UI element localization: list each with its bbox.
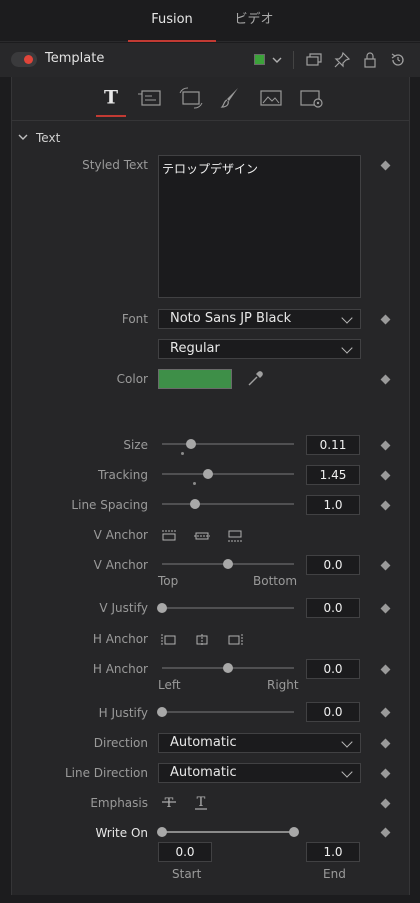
- settings-tab-icon[interactable]: [296, 83, 326, 113]
- node-enable-toggle[interactable]: [11, 52, 37, 67]
- layout-tab-icon[interactable]: [136, 83, 166, 113]
- line-direction-value: Automatic: [170, 765, 237, 780]
- size-input[interactable]: 0.11: [306, 435, 360, 455]
- v-justify-slider-track[interactable]: [162, 607, 294, 609]
- h-anchor-max-label: Right: [267, 678, 299, 692]
- node-header: Template: [0, 43, 420, 77]
- v-anchor-slider-handle[interactable]: [223, 559, 233, 569]
- text-section-header[interactable]: Text: [11, 122, 410, 152]
- inspector-toolbar: T: [11, 77, 410, 121]
- write-on-end-input[interactable]: 1.0: [306, 842, 360, 862]
- chevron-down-icon: [341, 736, 353, 748]
- chevron-down-icon: [341, 342, 353, 354]
- v-anchor-label: V Anchor: [93, 528, 148, 542]
- write-on-label: Write On: [95, 826, 148, 840]
- tracking-slider-track[interactable]: [162, 473, 294, 475]
- reset-icon[interactable]: [389, 51, 407, 69]
- h-anchor-right-icon[interactable]: [226, 633, 244, 647]
- size-label: Size: [123, 438, 148, 452]
- underline-icon[interactable]: T: [192, 794, 210, 810]
- v-justify-input[interactable]: 0.0: [306, 598, 360, 618]
- svg-text:T: T: [197, 795, 206, 810]
- v-anchor-center-icon[interactable]: [193, 529, 211, 543]
- h-anchor-slider-label: H Anchor: [92, 662, 148, 676]
- write-on-end-label: End: [323, 867, 346, 881]
- styled-text-input[interactable]: テロップデザイン: [158, 155, 361, 298]
- line-direction-select[interactable]: Automatic: [158, 763, 361, 783]
- size-slider-track[interactable]: [162, 443, 294, 445]
- chevron-down-icon: [18, 134, 28, 140]
- h-anchor-min-label: Left: [158, 678, 181, 692]
- default-marker: [181, 452, 184, 455]
- svg-text:T: T: [165, 796, 174, 810]
- h-anchor-slider-handle[interactable]: [223, 663, 233, 673]
- toggle-indicator: [24, 55, 33, 64]
- node-color-swatch[interactable]: [254, 54, 265, 65]
- h-anchor-input[interactable]: 0.0: [306, 659, 360, 679]
- eyedropper-icon[interactable]: [246, 370, 264, 388]
- transform-tab-icon[interactable]: [176, 83, 206, 113]
- chevron-down-icon[interactable]: [268, 51, 286, 69]
- direction-value: Automatic: [170, 735, 237, 750]
- text-tab-icon[interactable]: T: [96, 83, 126, 117]
- line-spacing-slider-handle[interactable]: [190, 499, 200, 509]
- node-title: Template: [45, 51, 105, 66]
- v-anchor-input[interactable]: 0.0: [306, 555, 360, 575]
- top-tab-bar: Fusion ビデオ: [0, 0, 420, 42]
- line-spacing-input[interactable]: 1.0: [306, 495, 360, 515]
- font-family-value: Noto Sans JP Black: [170, 311, 292, 326]
- tracking-input[interactable]: 1.45: [306, 465, 360, 485]
- color-label: Color: [116, 372, 148, 386]
- h-justify-input[interactable]: 0.0: [306, 702, 360, 722]
- chevron-down-icon: [341, 766, 353, 778]
- write-on-range-track[interactable]: [162, 831, 294, 833]
- tab-fusion[interactable]: Fusion: [128, 0, 216, 42]
- line-spacing-label: Line Spacing: [71, 498, 148, 512]
- v-justify-label: V Justify: [99, 601, 148, 615]
- write-on-start-handle[interactable]: [157, 827, 167, 837]
- divider: [293, 51, 294, 69]
- v-anchor-bottom-icon[interactable]: [226, 529, 244, 543]
- strikeout-icon[interactable]: T: [160, 794, 178, 810]
- h-anchor-label: H Anchor: [92, 632, 148, 646]
- svg-text:T: T: [104, 87, 118, 109]
- v-justify-slider-handle[interactable]: [157, 603, 167, 613]
- h-justify-label: H Justify: [98, 706, 148, 720]
- write-on-start-label: Start: [172, 867, 202, 881]
- h-justify-slider-handle[interactable]: [157, 707, 167, 717]
- font-label: Font: [121, 312, 148, 326]
- line-direction-label: Line Direction: [64, 766, 148, 780]
- color-swatch[interactable]: [158, 369, 232, 389]
- v-anchor-min-label: Top: [158, 574, 179, 588]
- v-anchor-top-icon[interactable]: [160, 529, 178, 543]
- versions-icon[interactable]: [305, 51, 323, 69]
- tracking-label: Tracking: [98, 468, 148, 482]
- direction-select[interactable]: Automatic: [158, 733, 361, 753]
- v-anchor-max-label: Bottom: [253, 574, 298, 588]
- default-marker: [193, 482, 196, 485]
- pin-icon[interactable]: [333, 51, 351, 69]
- h-justify-slider-track[interactable]: [162, 711, 294, 713]
- v-anchor-slider-label: V Anchor: [93, 558, 148, 572]
- size-slider-handle[interactable]: [186, 439, 197, 449]
- write-on-end-handle[interactable]: [289, 827, 299, 837]
- shading-tab-icon[interactable]: [216, 83, 246, 113]
- line-spacing-slider-track[interactable]: [162, 503, 294, 505]
- font-style-select[interactable]: Regular: [158, 339, 361, 359]
- section-title: Text: [36, 131, 61, 145]
- emphasis-label: Emphasis: [90, 796, 148, 810]
- font-style-value: Regular: [170, 341, 220, 356]
- chevron-down-icon: [341, 312, 353, 324]
- image-tab-icon[interactable]: [256, 83, 286, 113]
- font-family-select[interactable]: Noto Sans JP Black: [158, 309, 361, 329]
- styled-text-label: Styled Text: [82, 158, 148, 172]
- direction-label: Direction: [93, 736, 148, 750]
- h-anchor-left-icon[interactable]: [160, 633, 178, 647]
- lock-icon[interactable]: [361, 51, 379, 69]
- h-anchor-center-icon[interactable]: [193, 633, 211, 647]
- tab-video[interactable]: ビデオ: [216, 0, 292, 42]
- write-on-start-input[interactable]: 0.0: [158, 842, 212, 862]
